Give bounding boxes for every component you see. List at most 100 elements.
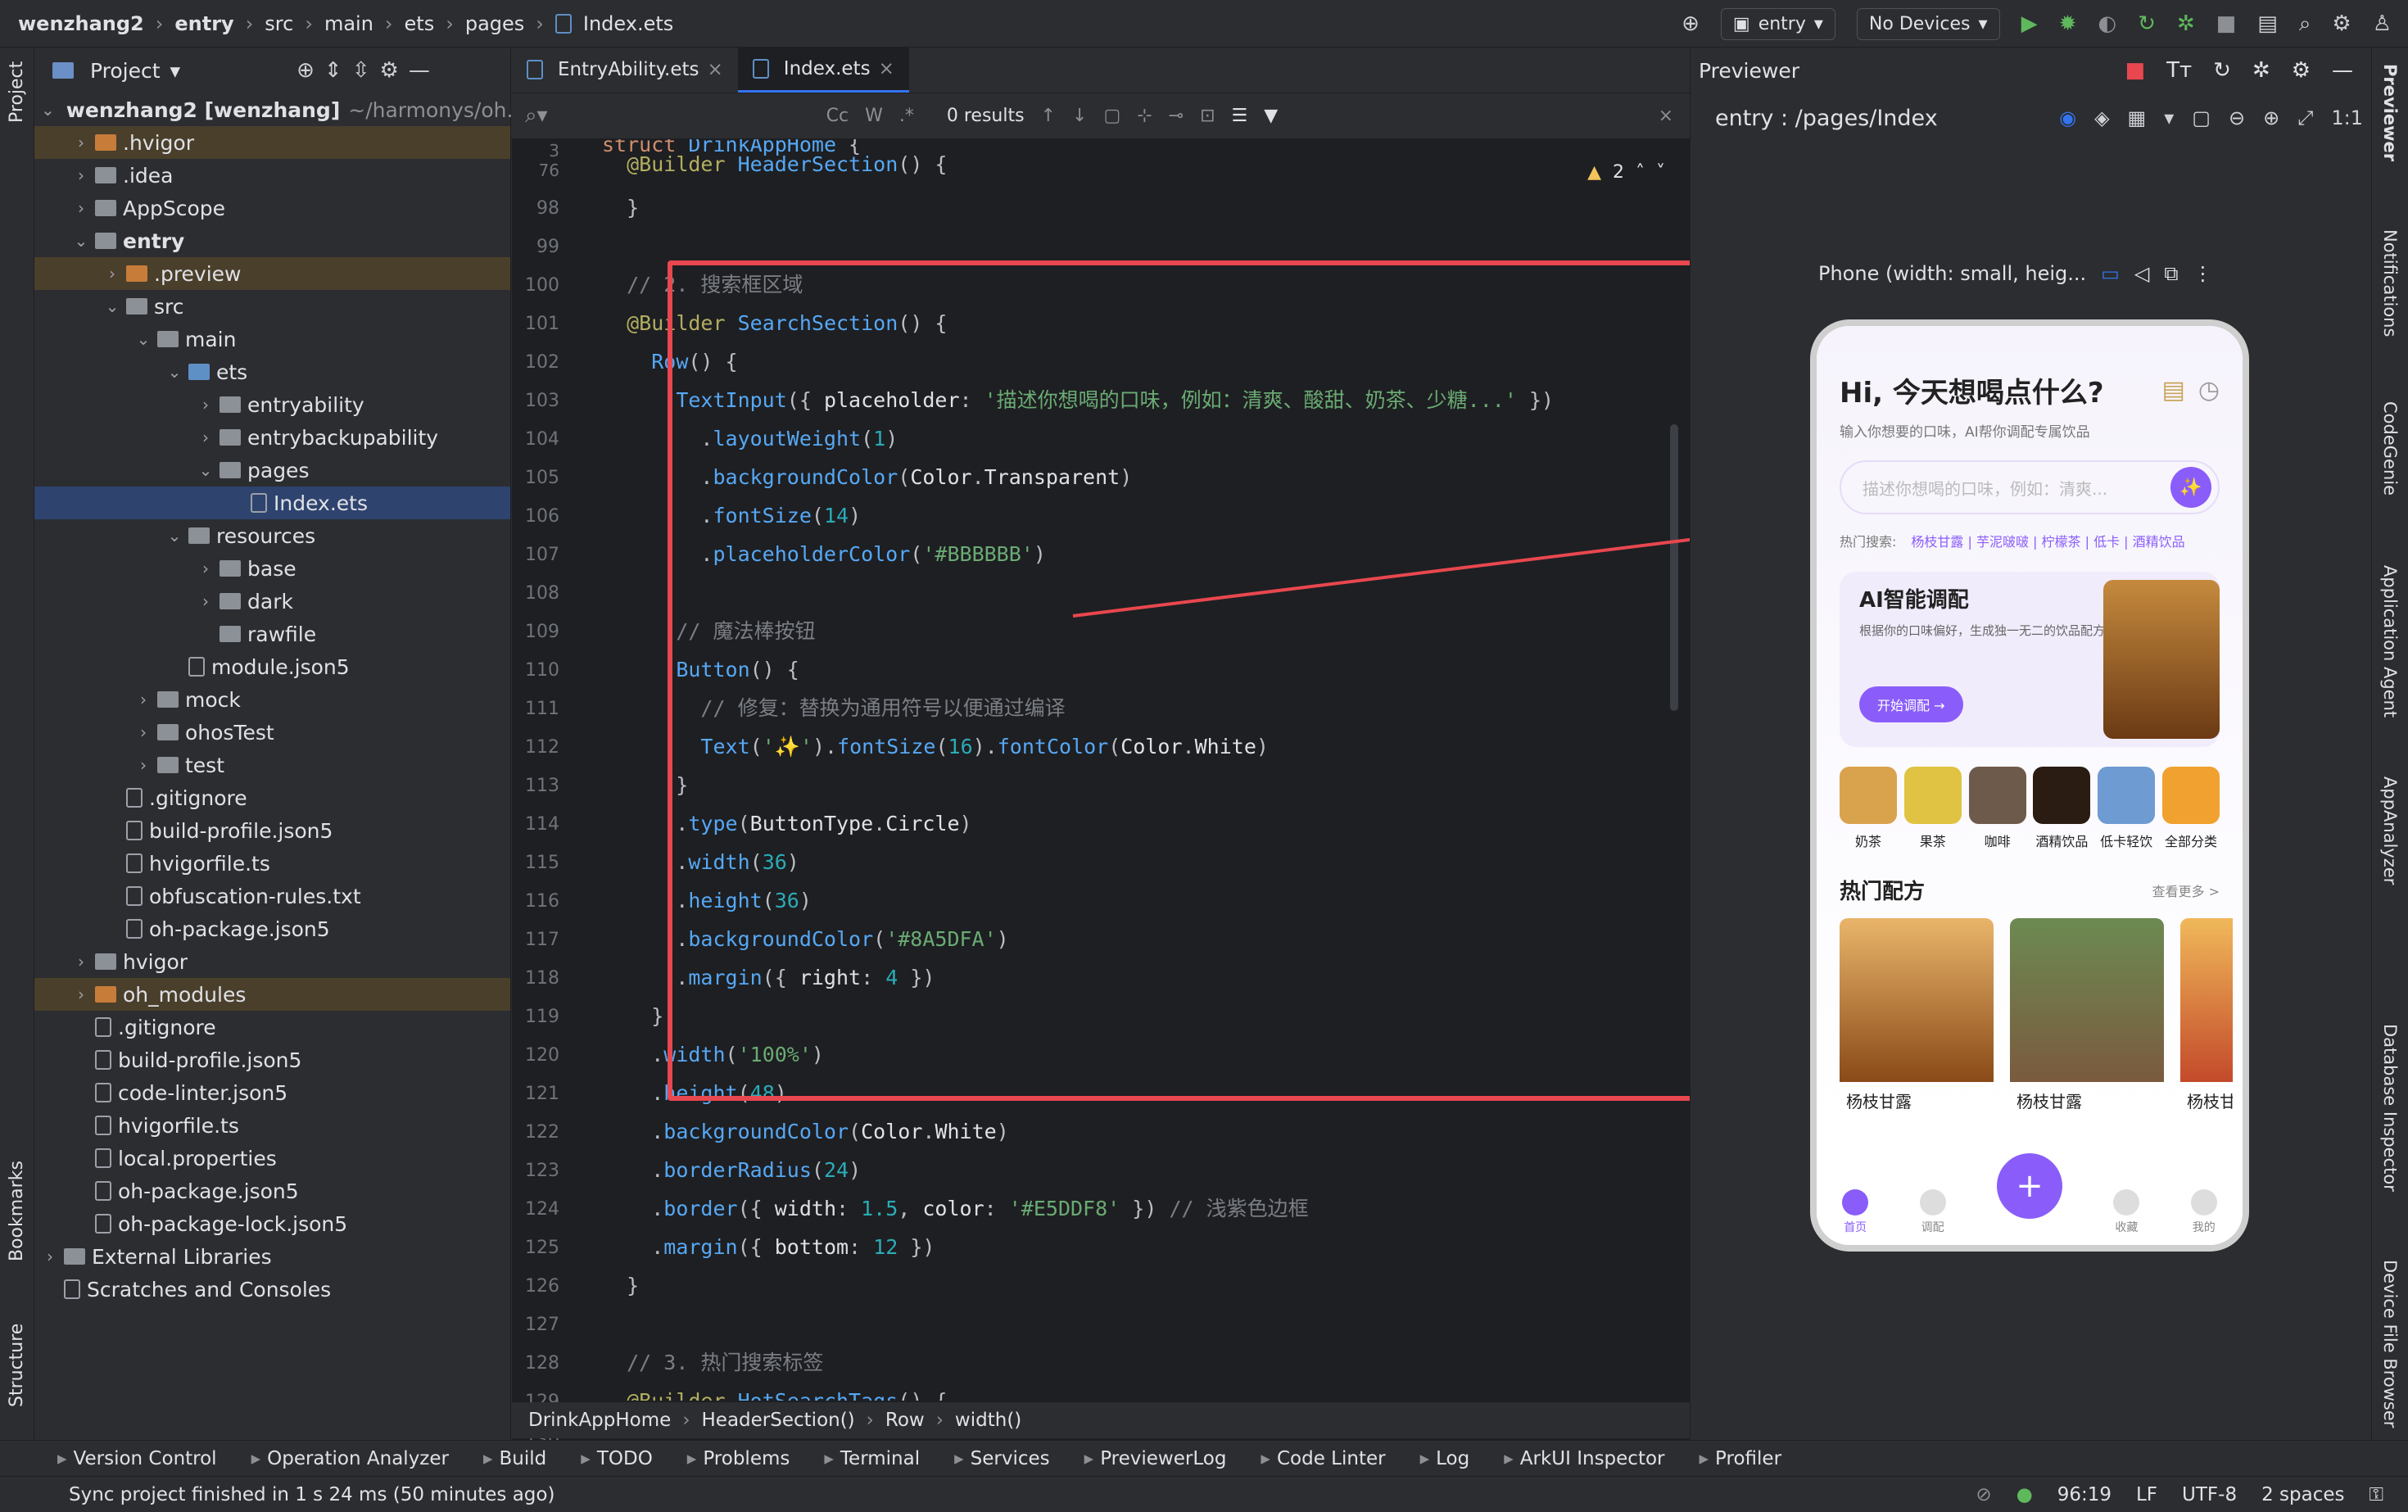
- component-mode-icon[interactable]: ◉: [2059, 106, 2076, 129]
- remove-occurrence-icon[interactable]: ⊸: [1169, 106, 1184, 126]
- tab-home[interactable]: 首页: [1842, 1189, 1869, 1235]
- tool-window-log[interactable]: ▸ Log: [1420, 1448, 1470, 1469]
- breadcrumb-file[interactable]: Index.ets: [583, 12, 673, 35]
- tree-item[interactable]: › oh_modules: [34, 978, 510, 1011]
- chevron-right-icon[interactable]: ›: [197, 428, 215, 447]
- chevron-right-icon[interactable]: ›: [197, 395, 215, 414]
- code-line[interactable]: .margin({ right: 4 }): [602, 960, 935, 996]
- tree-item[interactable]: ⌄ ets: [34, 355, 510, 388]
- code-line[interactable]: .height(36): [602, 883, 812, 919]
- whole-word-icon[interactable]: W: [865, 106, 883, 126]
- tree-item[interactable]: ⌄ wenzhang2 [wenzhang] ~/harmonys/oh.pi: [34, 93, 532, 126]
- next-occurrence-icon[interactable]: ↓: [1072, 106, 1087, 126]
- locate-icon[interactable]: ⊕: [296, 58, 315, 83]
- tool-window-arkui-inspector[interactable]: ▸ ArkUI Inspector: [1504, 1448, 1664, 1469]
- tab-index[interactable]: Index.ets ×: [737, 47, 909, 93]
- tree-item[interactable]: hvigorfile.ts: [34, 1109, 510, 1142]
- status-message[interactable]: Sync project finished in 1 s 24 ms (50 m…: [69, 1484, 554, 1505]
- tree-item[interactable]: › .hvigor: [34, 126, 510, 159]
- code-line[interactable]: .margin({ bottom: 12 }): [602, 1229, 935, 1265]
- tab-favorites[interactable]: 收藏: [2113, 1189, 2140, 1235]
- prev-occurrence-icon[interactable]: ↑: [1041, 106, 1056, 126]
- project-view-select[interactable]: Project: [90, 59, 161, 83]
- chevron-down-icon[interactable]: ⌄: [41, 100, 55, 120]
- tree-item[interactable]: oh-package.json5: [34, 1175, 510, 1207]
- tool-window-previewerlog[interactable]: ▸ PreviewerLog: [1084, 1448, 1227, 1469]
- code-line[interactable]: @Builder HotSearchTags() {: [602, 1383, 947, 1401]
- tree-item[interactable]: hvigorfile.ts: [34, 847, 510, 880]
- recipe-card[interactable]: 杨枝甘露: [1840, 918, 1994, 1119]
- tree-item[interactable]: build-profile.json5: [34, 1043, 510, 1076]
- magic-wand-button[interactable]: ✨: [2170, 467, 2211, 508]
- chevron-right-icon[interactable]: ›: [72, 198, 90, 218]
- chevron-right-icon[interactable]: ›: [72, 165, 90, 185]
- category-item[interactable]: 奶茶: [1840, 767, 1897, 850]
- code-line[interactable]: // 魔法棒按钮: [602, 613, 815, 650]
- ratio-icon[interactable]: 1:1: [2331, 106, 2363, 129]
- tree-item[interactable]: local.properties: [34, 1142, 510, 1175]
- tab-entryability[interactable]: EntryAbility.ets ×: [512, 47, 738, 93]
- status-ok-icon[interactable]: ●: [2016, 1484, 2033, 1505]
- code-line[interactable]: .border({ width: 1.5, color: '#E5DDF8' }…: [602, 1191, 1308, 1227]
- apply-changes-icon[interactable]: ↻: [2138, 11, 2156, 36]
- breadcrumb-main[interactable]: main: [324, 12, 373, 35]
- tool-window-code-linter[interactable]: ▸ Code Linter: [1261, 1448, 1385, 1469]
- chevron-down-icon[interactable]: ⌄: [165, 362, 183, 382]
- fit-icon[interactable]: ▢: [2192, 106, 2211, 129]
- crumb-builder[interactable]: HeaderSection(): [702, 1410, 855, 1431]
- crumb-row[interactable]: Row: [885, 1410, 925, 1431]
- tree-item[interactable]: module.json5: [34, 650, 510, 683]
- tree-item[interactable]: code-linter.json5: [34, 1076, 510, 1109]
- code-line[interactable]: Text('✨').fontSize(16).fontColor(Color.W…: [602, 729, 1269, 765]
- tree-item[interactable]: oh-package.json5: [34, 912, 510, 945]
- tree-item[interactable]: ⌄ entry: [34, 224, 510, 257]
- chevron-right-icon[interactable]: ›: [197, 591, 215, 611]
- search-icon[interactable]: ⌕▾: [525, 103, 548, 129]
- code-line[interactable]: .backgroundColor(Color.Transparent): [602, 459, 1132, 496]
- code-line[interactable]: .type(ButtonType.Circle): [602, 806, 971, 842]
- tree-item[interactable]: ⌄ pages: [34, 454, 510, 487]
- tree-item[interactable]: obfuscation-rules.txt: [34, 880, 510, 912]
- zoom-in-icon[interactable]: ⊕: [2263, 106, 2279, 129]
- category-item[interactable]: 全部分类: [2161, 767, 2220, 850]
- code-line[interactable]: }: [602, 1268, 639, 1304]
- crumb-width[interactable]: width(): [955, 1410, 1021, 1431]
- code-line[interactable]: .height(48): [602, 1075, 787, 1111]
- clipboard-icon[interactable]: ▤: [2161, 376, 2184, 405]
- history-icon[interactable]: ◷: [2198, 376, 2220, 405]
- code-line[interactable]: .width(36): [602, 844, 799, 880]
- editor-scrollbar[interactable]: [1670, 424, 1678, 711]
- tree-item[interactable]: rawfile: [34, 618, 510, 650]
- search-input[interactable]: 描述你想喝的口味，例如：清爽...: [1863, 476, 2170, 500]
- device-manager-icon[interactable]: ▤: [2257, 11, 2278, 36]
- code-line[interactable]: // 3. 热门搜索标签: [602, 1345, 823, 1381]
- chevron-down-icon[interactable]: ▾: [2164, 106, 2174, 129]
- close-icon[interactable]: ×: [879, 58, 894, 79]
- tool-window-terminal[interactable]: ▸ Terminal: [824, 1448, 920, 1469]
- chevron-right-icon[interactable]: ›: [41, 1247, 59, 1266]
- hide-icon[interactable]: —: [2332, 58, 2353, 83]
- match-case-icon[interactable]: Cc: [826, 106, 849, 126]
- indent-setting[interactable]: 2 spaces: [2261, 1484, 2344, 1505]
- debug-icon[interactable]: ✹: [2059, 11, 2077, 36]
- code-line[interactable]: }: [602, 767, 688, 804]
- tool-window-profiler[interactable]: ▸ Profiler: [1700, 1448, 1782, 1469]
- category-item[interactable]: 低卡轻饮: [2098, 767, 2156, 850]
- breadcrumb-project[interactable]: wenzhang2: [18, 12, 144, 35]
- category-item[interactable]: 果茶: [1903, 767, 1962, 850]
- chevron-down-icon[interactable]: ⌄: [134, 329, 152, 349]
- appanalyzer-tool-tab[interactable]: AppAnalyzer: [2380, 776, 2400, 885]
- code-line[interactable]: .layoutWeight(1): [602, 421, 898, 457]
- tree-item[interactable]: › test: [34, 749, 510, 781]
- collapse-all-icon[interactable]: ⇳: [352, 58, 370, 83]
- database-inspector-tool-tab[interactable]: Database Inspector: [2380, 1024, 2400, 1192]
- bookmarks-tool-tab[interactable]: Bookmarks: [7, 1161, 27, 1261]
- tree-item[interactable]: › entryability: [34, 388, 510, 421]
- inspection-widget[interactable]: ▲ 2 ˄ ˅: [1587, 162, 1665, 183]
- caret-position[interactable]: 96:19: [2057, 1484, 2112, 1505]
- chevron-right-icon[interactable]: ›: [103, 264, 121, 283]
- code-line[interactable]: .borderRadius(24): [602, 1152, 861, 1188]
- tool-window-problems[interactable]: ▸ Problems: [687, 1448, 790, 1469]
- tool-window-version-control[interactable]: ▸ Version Control: [57, 1448, 217, 1469]
- code-line[interactable]: Row() {: [602, 344, 737, 380]
